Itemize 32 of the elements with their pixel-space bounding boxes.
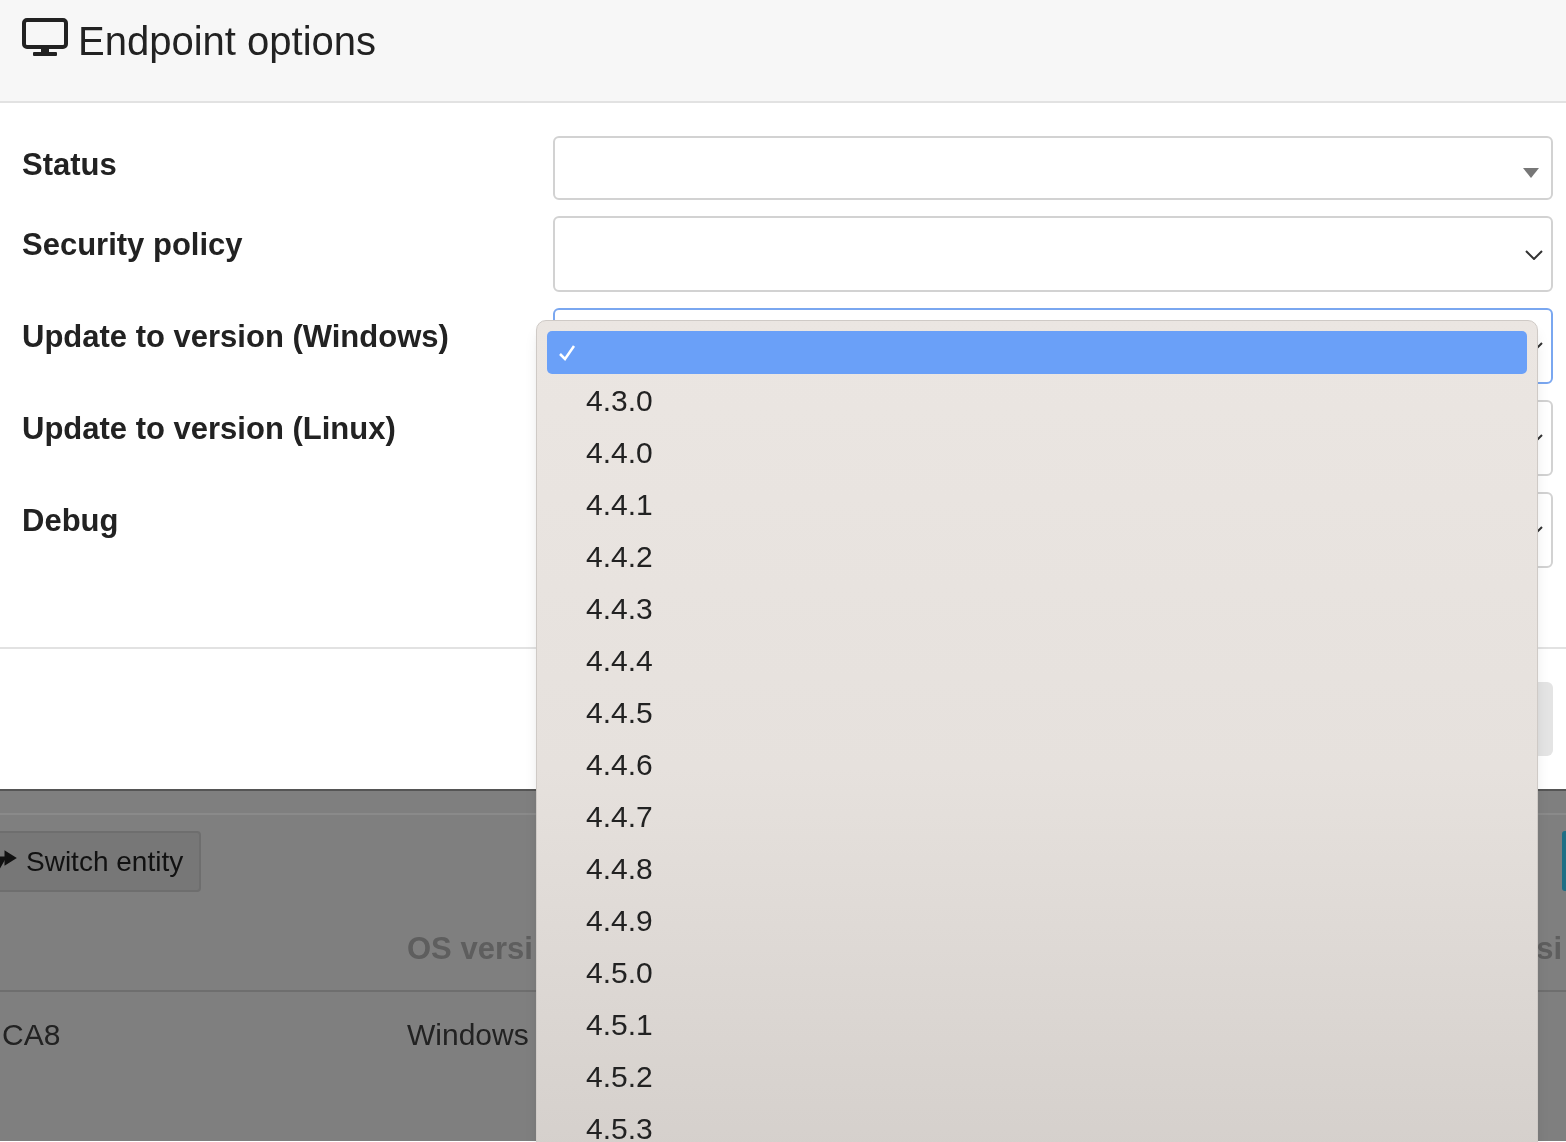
select-field[interactable] bbox=[553, 216, 1553, 292]
table-cell-text: CA8 bbox=[2, 1016, 62, 1053]
dropdown-option[interactable]: 4.4.7 bbox=[547, 790, 1527, 842]
dropdown-option[interactable]: 4.4.5 bbox=[547, 686, 1527, 738]
dropdown-option[interactable]: 4.4.4 bbox=[547, 634, 1527, 686]
table-cell-text: Windows bbox=[407, 1016, 529, 1053]
dropdown-option[interactable]: 4.4.0 bbox=[547, 426, 1527, 478]
dropdown-option[interactable]: 4.4.8 bbox=[547, 842, 1527, 894]
field-label: Update to version (Linux) bbox=[22, 411, 396, 446]
field-label: Security policy bbox=[22, 227, 243, 262]
dropdown-option[interactable]: 4.5.1 bbox=[547, 998, 1527, 1050]
dropdown-option[interactable]: 4.5.0 bbox=[547, 946, 1527, 998]
dropdown-option[interactable]: 4.5.2 bbox=[547, 1050, 1527, 1102]
checkmark-icon bbox=[557, 343, 576, 362]
switch-entity-button[interactable]: Switch entity bbox=[0, 831, 202, 892]
dropdown-option[interactable]: 4.4.9 bbox=[547, 894, 1527, 946]
select-field[interactable] bbox=[553, 136, 1553, 200]
dropdown-option[interactable]: 4.5.3 bbox=[547, 1102, 1527, 1142]
chevron-down-icon bbox=[1525, 250, 1543, 260]
field-label: Debug bbox=[22, 503, 119, 538]
monitor-icon bbox=[22, 18, 68, 58]
dropdown-option[interactable]: 4.4.2 bbox=[547, 530, 1527, 582]
dropdown-triangle-icon bbox=[1523, 168, 1539, 178]
dropdown-option[interactable] bbox=[547, 331, 1527, 374]
dropdown-option[interactable]: 4.4.1 bbox=[547, 478, 1527, 530]
dropdown-option[interactable]: 4.4.6 bbox=[547, 738, 1527, 790]
modal-title: Endpoint options bbox=[78, 18, 376, 64]
field-label: Update to version (Windows) bbox=[22, 319, 449, 354]
field-label: Status bbox=[22, 147, 117, 182]
button-edge[interactable] bbox=[1562, 831, 1566, 891]
dropdown-option[interactable]: 4.4.3 bbox=[547, 582, 1527, 634]
dropdown-option[interactable]: 4.3.0 bbox=[547, 374, 1527, 426]
